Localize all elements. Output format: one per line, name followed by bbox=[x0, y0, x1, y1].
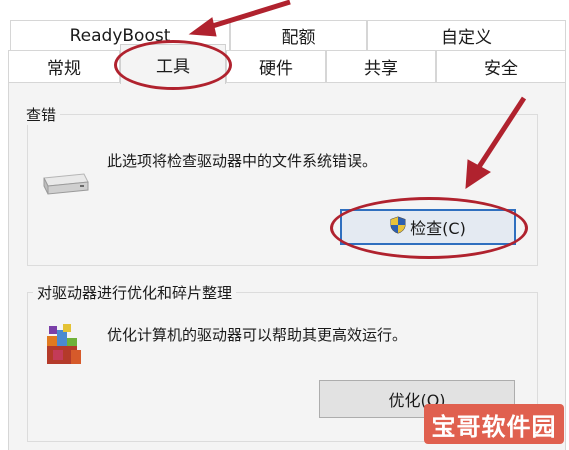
watermark: 宝哥软件园 bbox=[424, 404, 564, 444]
watermark-text: 宝哥软件园 bbox=[431, 412, 557, 441]
annotation-arrow-button bbox=[465, 96, 527, 189]
annotation-arrow-tab bbox=[188, 0, 291, 37]
annotation-arrows bbox=[188, 0, 527, 189]
